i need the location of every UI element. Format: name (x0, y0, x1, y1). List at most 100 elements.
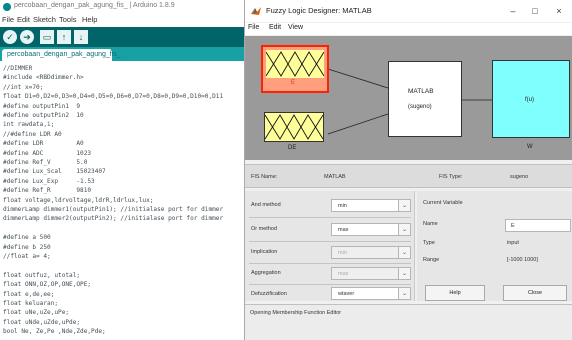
code-line: #include <RBDdimmer.h> (3, 74, 84, 82)
input-e-block[interactable]: E (261, 45, 329, 93)
implication-label: Implication (251, 249, 278, 255)
help-button[interactable]: Help (425, 285, 485, 301)
code-line: int rawdata,i; (3, 121, 55, 129)
code-line: #define Ref_R 9810 (3, 187, 92, 195)
arduino-ide-window: percobaan_dengan_pak_agung_fis_ | Arduin… (0, 0, 252, 340)
code-line: float keluaran; (3, 300, 59, 307)
and-method-value: min (338, 203, 347, 209)
arduino-menu-help[interactable]: Help (82, 15, 97, 24)
arduino-menu-tools[interactable]: Tools (59, 15, 77, 24)
code-line: float e,de,ee; (3, 290, 55, 298)
output-w-block[interactable]: f(u) W (492, 60, 570, 156)
sketch-tab[interactable]: percobaan_dengan_pak_agung_fis_ (2, 49, 121, 61)
arduino-menu-edit[interactable]: Edit (17, 15, 30, 24)
variable-name-label: Name (423, 221, 438, 227)
and-method-select[interactable]: min ⌄ (331, 199, 411, 212)
variable-name-input[interactable]: E (505, 219, 571, 232)
implication-select: min ⌄ (331, 246, 411, 259)
fuzzy-menu-bar: File Edit View (245, 23, 572, 35)
code-line: #define Lux_Scal 15023407 (3, 168, 106, 176)
arduino-toolbar: ✓ ➔ ▭ ↑ ↓ (0, 27, 252, 47)
variable-name-value: E (511, 223, 515, 229)
code-line: #define outputPin2 10 (3, 112, 84, 119)
fuzzy-title-bar: Fuzzy Logic Designer: MATLAB – □ × (245, 0, 572, 22)
defuzzification-label: Defuzzification (251, 291, 287, 297)
code-line: dimmerLamp dimmer1(outputPin1); //initia… (3, 206, 224, 213)
open-sketch-icon[interactable]: ↑ (57, 30, 71, 44)
arduino-logo-icon (3, 3, 11, 11)
code-line: //#define LDR A0 (3, 130, 62, 138)
variable-range-label: Range (423, 257, 440, 263)
methods-panel: And method min ⌄ Or method max ⌄ Implica… (245, 191, 415, 301)
fuzzy-menu-file[interactable]: File (248, 24, 259, 31)
code-line: float D1=0,D2=0,D3=0,D4=0,D5=0,D6=0,D7=0… (3, 93, 224, 101)
variable-type-value: input (507, 240, 519, 246)
divider (249, 263, 411, 264)
code-line: #define Ref_V 5.0 (3, 159, 88, 166)
fuzzy-menu-edit[interactable]: Edit (269, 24, 281, 31)
close-button[interactable]: Close (503, 285, 567, 301)
code-line: //DIMMER (3, 65, 33, 72)
input-de-block[interactable]: DE (262, 110, 326, 156)
code-line: float uNde,uZde,uPde; (3, 318, 81, 326)
chevron-down-icon: ⌄ (398, 268, 410, 279)
fis-system-block[interactable]: MATLAB (sugeno) (388, 61, 462, 137)
arduino-menu-bar: File Edit Sketch Tools Help (0, 14, 252, 26)
save-sketch-icon[interactable]: ↓ (74, 30, 88, 44)
current-variable-panel: Current Variable Name E Type input Range… (417, 191, 572, 301)
chevron-down-icon: ⌄ (398, 200, 410, 211)
status-bar: Opening Membership Function Editor (245, 304, 572, 340)
code-line: dimmerLamp dimmer2(outputPin2); //initia… (3, 215, 224, 223)
divider (249, 284, 411, 285)
close-window-button[interactable]: × (551, 4, 567, 18)
maximize-button[interactable]: □ (527, 4, 543, 18)
fis-system-name: MATLAB (408, 88, 434, 95)
aggregation-select: max ⌄ (331, 267, 411, 280)
code-line: float ONN,OZ,OP,ONE,OPE; (3, 281, 92, 289)
code-line: //float a= 4; (3, 253, 51, 260)
code-line: #define ADC 1023 (3, 149, 92, 157)
fis-type-label: FIS Type: (439, 174, 463, 180)
aggregation-label: Aggregation (251, 270, 281, 276)
code-line: #define outputPin1 9 (3, 102, 81, 110)
input-de-label: DE (288, 145, 297, 151)
code-line: float voltage,ldrvoltage,ldrR,ldrlux,lux… (3, 196, 154, 204)
upload-icon[interactable]: ➔ (20, 30, 34, 44)
and-method-label: And method (251, 202, 281, 208)
code-line: #define b 250 (3, 243, 51, 251)
new-sketch-icon[interactable]: ▭ (40, 30, 54, 44)
matlab-logo-icon (251, 7, 261, 15)
input-de-mf-icon (265, 114, 323, 140)
fis-diagram: E DE MATLAB (sugeno) f(u) W (245, 36, 572, 160)
input-e-label: E (291, 80, 296, 86)
code-line: bool Ne, Ze,Pe ,Nde,Zde,Pde; (3, 328, 106, 336)
verify-icon[interactable]: ✓ (3, 30, 17, 44)
or-method-select[interactable]: max ⌄ (331, 223, 411, 236)
fis-system-type: (sugeno) (408, 104, 432, 110)
minimize-button[interactable]: – (505, 4, 521, 18)
fuzzy-menu-view[interactable]: View (288, 24, 303, 31)
code-line: #define LDR A0 (3, 140, 84, 148)
arduino-tab-bar: percobaan_dengan_pak_agung_fis_ (0, 47, 252, 61)
fis-name-value: MATLAB (324, 174, 346, 180)
desktop-screenshot: percobaan_dengan_pak_agung_fis_ | Arduin… (0, 0, 572, 340)
divider (249, 241, 411, 242)
sketch-tab-label: percobaan_dengan_pak_agung_fis_ (7, 51, 121, 58)
aggregation-value: max (338, 271, 349, 277)
status-message: Opening Membership Function Editor (250, 310, 342, 316)
defuzzification-select[interactable]: wtaver ⌄ (331, 287, 411, 300)
arduino-title-bar: percobaan_dengan_pak_agung_fis_ | Arduin… (0, 0, 252, 14)
code-editor[interactable]: //DIMMER #include <RBDdimmer.h>//int x=70… (0, 62, 252, 340)
arduino-menu-file[interactable]: File (2, 15, 14, 24)
arduino-menu-sketch[interactable]: Sketch (33, 15, 56, 24)
variable-type-label: Type (423, 240, 435, 246)
implication-value: min (338, 250, 347, 256)
divider (249, 217, 411, 218)
output-function-label: f(u) (525, 97, 534, 103)
fis-type-value: sugeno (510, 174, 529, 180)
code-line: #define a 500 (3, 234, 51, 242)
code-line: float uNe,uZe,uPe; (3, 309, 70, 317)
code-line: #define Lux_Exp -1.53 (3, 177, 95, 185)
output-w-label: W (527, 144, 533, 150)
chevron-down-icon: ⌄ (398, 288, 410, 299)
